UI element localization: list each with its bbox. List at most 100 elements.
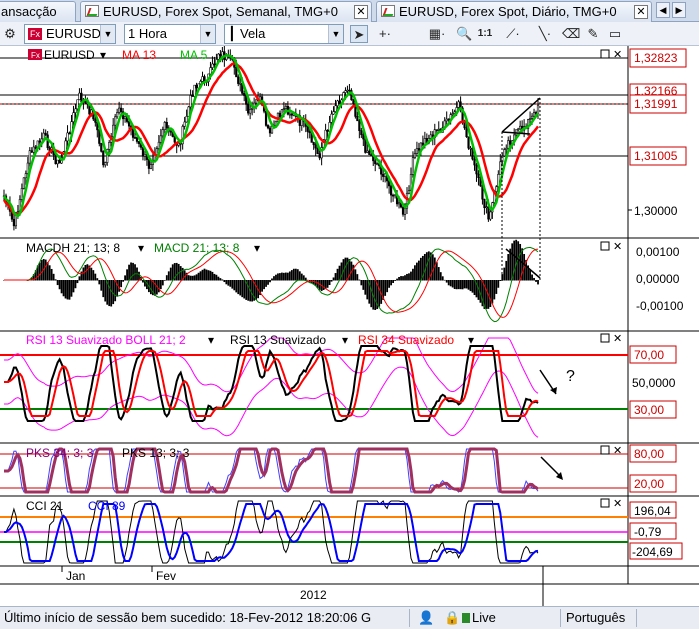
macd-bar [374,280,377,310]
candle-body [485,206,488,209]
tab-eurusd-weekly[interactable]: EURUSD, Forex Spot, Semanal, TMG+0 ✕ [80,1,372,22]
status-separator [560,609,561,627]
ma13-legend[interactable]: MA 13 [122,48,156,62]
chevron-down-icon[interactable]: ▼ [328,25,343,43]
macd-bar [40,260,43,281]
tab-eurusd-daily[interactable]: EURUSD, Forex Spot, Diário, TMG+0 ✕ [376,1,652,22]
chevron-down-icon[interactable]: ▼ [200,25,215,43]
candle-body [66,132,69,142]
candle-body [143,153,147,157]
candle-body [20,188,23,200]
candle-body [288,113,291,116]
macd-bar [431,254,434,281]
macd-bar [467,280,470,290]
candle-body [489,211,492,220]
maximize-icon[interactable] [600,241,610,251]
candle-body [306,126,309,132]
macd-axis-label: 0,00000 [636,272,680,286]
macd-bar [437,267,440,281]
macd-bar [243,280,246,299]
candle-body [74,108,77,113]
rsi-boll-legend[interactable]: RSI 13 Suavizado BOLL 21; 2 [26,333,186,347]
candle-body [370,154,373,156]
macd-bar [124,275,126,281]
close-icon[interactable]: ✕ [613,49,622,61]
grid-icon[interactable]: ▦· [426,25,448,43]
macd-bar [529,269,531,281]
candle-body [376,163,379,165]
candle-body [324,129,327,141]
cursor-icon[interactable]: ➤ [350,25,368,43]
ma5-legend[interactable]: MA 5 [180,48,208,62]
close-icon[interactable]: ✕ [634,5,648,19]
pks34-legend[interactable]: PKS 34; 3; 3 [26,446,94,460]
language-label[interactable]: Português [566,607,625,629]
macd-bar [294,268,297,281]
chevron-down-icon[interactable]: ▼ [100,25,115,43]
trendline-icon[interactable]: ╲· [532,25,558,43]
chart-type-selector[interactable]: ┃ Vela ▼ [224,24,344,44]
line-icon[interactable]: ⟋· [500,25,526,43]
connection-icon [462,613,470,623]
close-icon[interactable]: ✕ [613,445,622,457]
rsi13-legend[interactable]: RSI 13 Suavizado [230,333,326,347]
candle-body [123,116,127,120]
candle-body [120,107,123,113]
candle-body [219,53,222,57]
scroll-right-icon[interactable]: ▶ [672,2,686,18]
close-icon[interactable]: ✕ [613,498,622,510]
chart-canvas[interactable]: Fx EURUSD ▾ MA 13 MA 5 1,32823 1,32166 1… [0,43,699,606]
macdh-legend[interactable]: MACDH 21; 13; 8 [26,241,120,255]
close-icon[interactable]: ✕ [613,333,622,345]
close-icon[interactable]: ✕ [354,5,368,19]
symbol-selector[interactable]: EURUSD Fx ▼ [24,24,116,44]
chart-icon [85,5,99,17]
settings-icon[interactable]: ⚙ [2,25,18,43]
crosshair-icon[interactable]: +· [374,25,396,43]
cci21-legend[interactable]: CCI 21 [26,499,64,513]
macd-bar [298,271,301,281]
macd-bar [44,259,47,281]
candle-body [346,89,349,92]
pks13-legend[interactable]: PKS 13; 3; 3 [122,446,190,460]
macd-legend[interactable]: MACD 21; 13; 8 [154,241,240,255]
chart-area[interactable]: Fx EURUSD ▾ MA 13 MA 5 1,32823 1,32166 1… [0,43,699,606]
macd-bar [453,280,456,290]
candle-body [499,161,502,175]
close-icon[interactable]: ✕ [613,241,622,253]
cci89-legend[interactable]: CCI 89 [88,499,126,513]
macd-bar [205,269,208,281]
month-label: Fev [156,569,176,583]
macd-bar [217,276,220,281]
candle-body [30,150,33,153]
candle-body [94,118,97,123]
scroll-left-icon[interactable]: ◀ [656,2,670,18]
zoom-1-1-icon[interactable]: 1:1 [476,25,494,43]
tab-transaction[interactable]: ansacção [0,1,76,22]
macd-bar [503,267,506,281]
macd-bar [499,280,502,281]
macd-bar [493,280,496,300]
zoom-in-icon[interactable]: 🔍 [456,25,472,43]
macd-bar [132,262,134,281]
pen-icon[interactable]: ✎ [584,25,602,43]
cci-axis-label: -0,79 [634,525,662,539]
maximize-icon[interactable] [600,333,610,343]
month-label: Jan [66,569,85,583]
price-axis: 1,32823 1,32166 1,31991 1,31005 1,30000 [628,48,687,218]
candle-body [366,150,369,153]
timeframe-selector[interactable]: 1 Hora ▼ [124,24,216,44]
eraser-icon[interactable]: ⌫ [562,25,580,43]
macd-bar [80,271,83,281]
maximize-icon[interactable] [600,445,610,455]
maximize-icon[interactable] [600,498,610,508]
candle-body [72,112,75,123]
candle-body [503,149,506,157]
candle-body [451,113,454,115]
box-icon[interactable]: ▭ [606,25,624,43]
rsi34-legend[interactable]: RSI 34 Suavizado [358,333,454,347]
macd-bar [66,280,69,300]
macd-bar [531,274,533,281]
candle-body [528,118,532,120]
macd-bar [286,272,289,281]
